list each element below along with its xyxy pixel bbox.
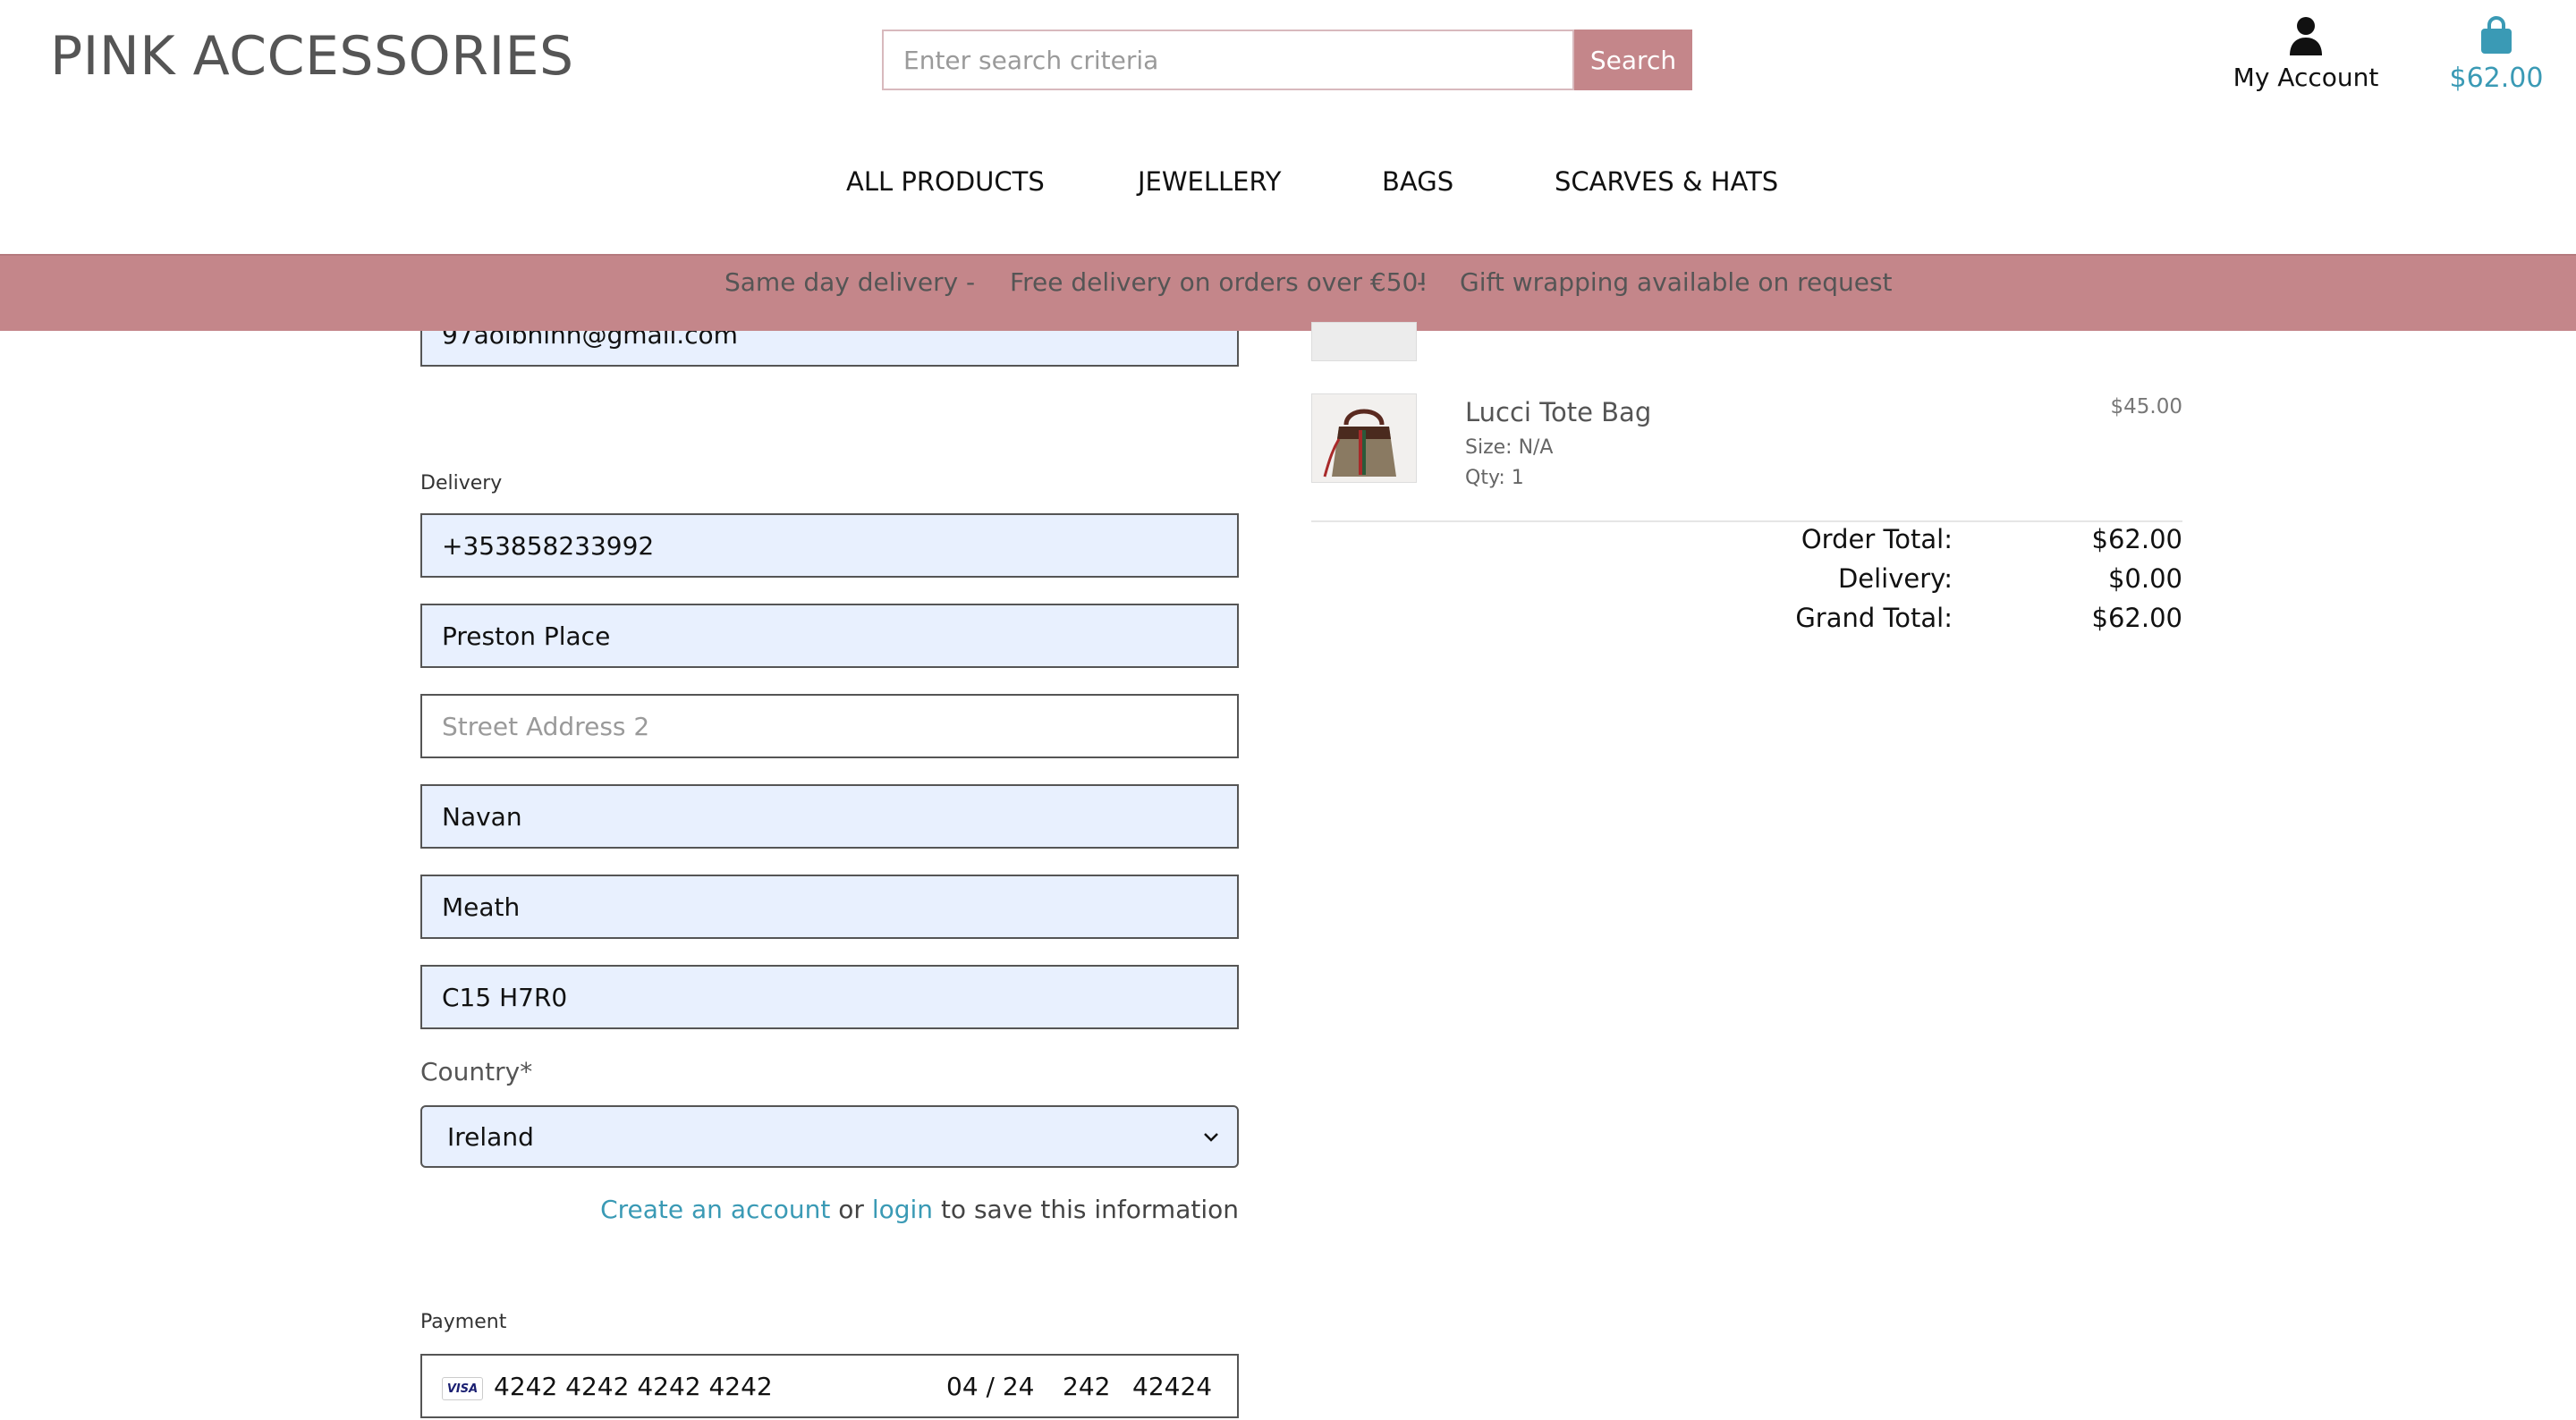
- delivery-heading: Delivery: [420, 472, 503, 494]
- payment-heading: Payment: [420, 1311, 507, 1333]
- street-address-1-field[interactable]: Preston Place: [420, 604, 1239, 668]
- nav-scarves-hats[interactable]: SCARVES & HATS: [1555, 166, 1778, 197]
- create-account-link[interactable]: Create an account: [600, 1195, 830, 1224]
- chevron-down-icon: [1204, 1133, 1218, 1142]
- product-thumbnail: [1311, 322, 1417, 361]
- my-account-link[interactable]: My Account: [2225, 16, 2386, 92]
- phone-field[interactable]: +353858233992: [420, 513, 1239, 578]
- town-field[interactable]: Navan: [420, 784, 1239, 849]
- search-input[interactable]: [884, 31, 1572, 89]
- delivery-cost-label: Delivery:: [1837, 563, 1953, 594]
- promo-banner: Same day delivery - Free delivery on ord…: [0, 254, 2576, 331]
- banner-gift-wrapping: Gift wrapping available on request: [1460, 267, 1893, 297]
- order-total-label: Order Total:: [1801, 524, 1953, 554]
- grand-total-value: $62.00: [2091, 603, 2182, 633]
- shopping-bag-icon: [2481, 16, 2512, 54]
- banner-same-day: Same day delivery: [724, 267, 959, 297]
- card-number-field[interactable]: 4242 4242 4242 4242: [494, 1372, 773, 1401]
- site-logo[interactable]: PINK ACCESSORIES: [50, 25, 574, 88]
- product-price: $45.00: [2110, 395, 2182, 418]
- shopping-bag-link[interactable]: $62.00: [2429, 16, 2563, 94]
- nav-all-products[interactable]: ALL PRODUCTS: [846, 166, 1045, 197]
- search-button[interactable]: Search: [1574, 30, 1692, 90]
- delivery-cost-value: $0.00: [2107, 563, 2182, 594]
- card-expiry-field[interactable]: 04 / 24: [946, 1372, 1035, 1401]
- card-postal-field[interactable]: 42424: [1132, 1372, 1212, 1401]
- nav-bags[interactable]: BAGS: [1382, 166, 1453, 197]
- nav-jewellery[interactable]: JEWELLERY: [1138, 166, 1282, 197]
- banner-free-delivery: Free delivery on orders over €50!: [1010, 267, 1428, 297]
- product-name: Lucci Tote Bag: [1465, 397, 1652, 427]
- street-address-2-field[interactable]: Street Address 2: [420, 694, 1239, 758]
- grand-total-label: Grand Total:: [1795, 603, 1953, 633]
- county-field[interactable]: Meath: [420, 875, 1239, 939]
- banner-separator: -: [966, 267, 976, 297]
- banner-separator: -: [1417, 267, 1427, 297]
- country-selected-value: Ireland: [447, 1121, 534, 1152]
- summary-divider: [1311, 520, 2182, 522]
- product-thumbnail: [1311, 393, 1417, 483]
- search-input-wrapper[interactable]: [882, 30, 1574, 90]
- card-element[interactable]: VISA 4242 4242 4242 4242 04 / 24 242 424…: [420, 1354, 1239, 1418]
- visa-card-icon: VISA: [442, 1377, 483, 1400]
- card-cvc-field[interactable]: 242: [1063, 1372, 1110, 1401]
- order-total-value: $62.00: [2091, 524, 2182, 554]
- bag-total: $62.00: [2449, 63, 2544, 94]
- my-account-label: My Account: [2233, 63, 2379, 92]
- save-info-or: or: [830, 1195, 872, 1224]
- product-size: Size: N/A: [1465, 436, 1554, 459]
- country-label: Country*: [420, 1057, 533, 1086]
- login-link[interactable]: login: [872, 1195, 933, 1224]
- country-select[interactable]: Ireland: [420, 1105, 1239, 1168]
- product-qty: Qty: 1: [1465, 467, 1524, 489]
- save-info-line: Create an account or login to save this …: [420, 1195, 1239, 1224]
- user-icon: [2290, 17, 2322, 55]
- save-info-text: to save this information: [933, 1195, 1239, 1224]
- tote-bag-image: [1323, 409, 1396, 478]
- postcode-field[interactable]: C15 H7R0: [420, 965, 1239, 1029]
